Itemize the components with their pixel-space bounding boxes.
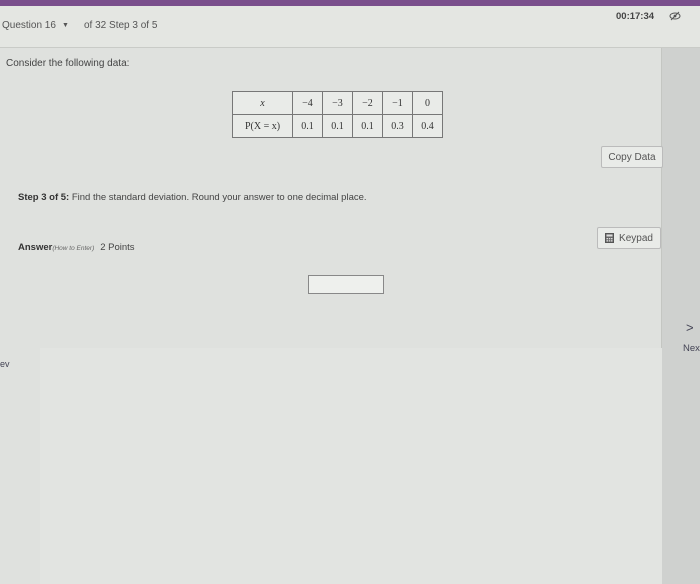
keypad-button[interactable]: Keypad [597, 227, 661, 249]
answer-input[interactable] [308, 275, 384, 294]
step-label: Step 3 of 5: [18, 192, 70, 203]
answer-label: Answer [18, 242, 53, 253]
timer: 00:17:34 [616, 11, 655, 22]
table-cell: 0.4 [412, 114, 443, 138]
table-row-x: x −4 −3 −2 −1 0 [232, 91, 443, 115]
answer-points: 2 Points [100, 242, 135, 253]
table-header-x: x [232, 91, 293, 115]
table-cell: 0.1 [292, 114, 323, 138]
table-cell: −3 [322, 91, 353, 115]
prev-button[interactable]: ev [0, 359, 10, 369]
calculator-icon [605, 233, 615, 243]
table-cell: 0.1 [322, 114, 353, 138]
table-cell: 0 [412, 91, 443, 115]
eye-hide-icon[interactable] [668, 10, 682, 22]
table-cell: −2 [352, 91, 383, 115]
table-row-p: P(X = x) 0.1 0.1 0.1 0.3 0.4 [232, 114, 443, 138]
copy-data-button[interactable]: Copy Data [601, 146, 663, 168]
keypad-label: Keypad [619, 232, 653, 244]
table-cell: 0.1 [352, 114, 383, 138]
table-cell: 0.3 [382, 114, 413, 138]
question-label: Question 16 [2, 20, 56, 31]
step-description: Find the standard deviation. Round your … [69, 192, 367, 203]
step-instructions: Step 3 of 5: Find the standard deviation… [18, 192, 367, 203]
caret-down-icon: ▼ [61, 22, 69, 29]
answer-row: Answer (How to Enter) 2 Points [18, 242, 135, 253]
question-selector[interactable]: Question 16 ▼ [2, 20, 69, 31]
question-prompt: Consider the following data: [6, 58, 130, 69]
table-cell: −1 [382, 91, 413, 115]
question-progress: of 32 Step 3 of 5 [84, 20, 158, 31]
chevron-right-icon[interactable]: > [686, 320, 694, 335]
table-header-p: P(X = x) [232, 114, 293, 138]
how-to-enter-link[interactable]: (How to Enter) [52, 245, 94, 252]
next-button[interactable]: Nex [683, 343, 700, 354]
probability-table: x −4 −3 −2 −1 0 P(X = x) 0.1 0.1 0.1 0.3… [232, 91, 443, 138]
table-cell: −4 [292, 91, 323, 115]
panel-lower-area [40, 348, 662, 584]
